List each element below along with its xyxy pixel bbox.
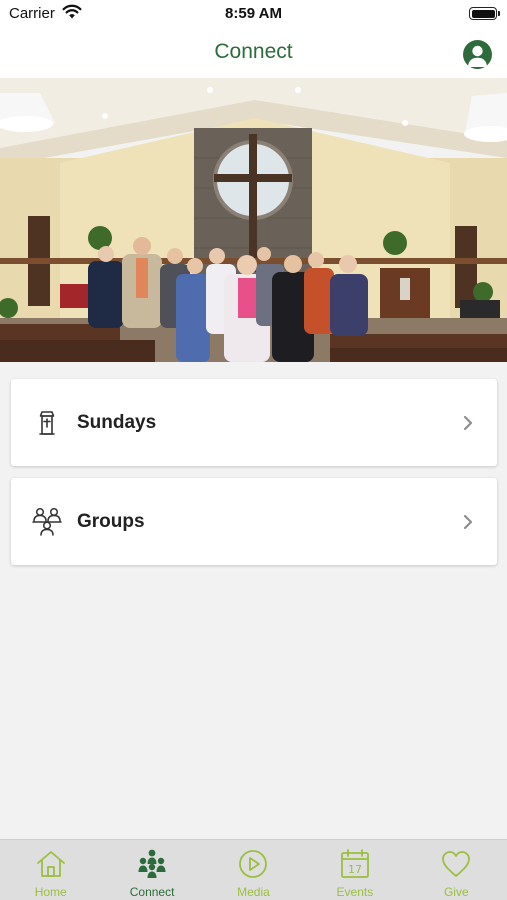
groups-card[interactable]: Groups [11, 478, 497, 565]
calendar-icon: 17 [340, 849, 369, 878]
tab-events[interactable]: 17 Events [304, 840, 405, 900]
tab-home-label: Home [34, 885, 67, 899]
chevron-right-icon [463, 415, 473, 431]
groups-label: Groups [77, 511, 145, 532]
pulpit-icon [39, 411, 55, 435]
sundays-card[interactable]: Sundays [11, 379, 497, 466]
navigation-bar: Connect [0, 30, 507, 78]
page-title: Connect [214, 40, 293, 63]
home-icon [36, 851, 65, 877]
tab-give[interactable]: Give [406, 840, 507, 900]
people-group-icon [32, 507, 62, 536]
tab-connect-label: Connect [129, 885, 175, 899]
chevron-right-icon [463, 514, 473, 530]
tab-bar: Home Connect Media 17 Events Give [0, 839, 507, 900]
tab-events-label: Events [336, 885, 374, 899]
heart-icon [442, 851, 471, 877]
tab-media[interactable]: Media [203, 840, 304, 900]
tab-media-label: Media [237, 885, 270, 899]
tab-home[interactable]: Home [0, 840, 101, 900]
tab-give-label: Give [443, 885, 469, 899]
play-icon [239, 850, 268, 878]
people-icon [138, 849, 166, 878]
tab-connect[interactable]: Connect [101, 840, 202, 900]
profile-button[interactable] [463, 40, 492, 69]
sundays-label: Sundays [77, 412, 157, 433]
user-icon [467, 45, 488, 67]
battery-icon [469, 7, 500, 20]
status-time: 8:59 AM [225, 5, 282, 22]
svg-text:17: 17 [348, 863, 362, 876]
status-bar: Carrier 8:59 AM [0, 0, 507, 30]
hero-photo [0, 78, 507, 362]
